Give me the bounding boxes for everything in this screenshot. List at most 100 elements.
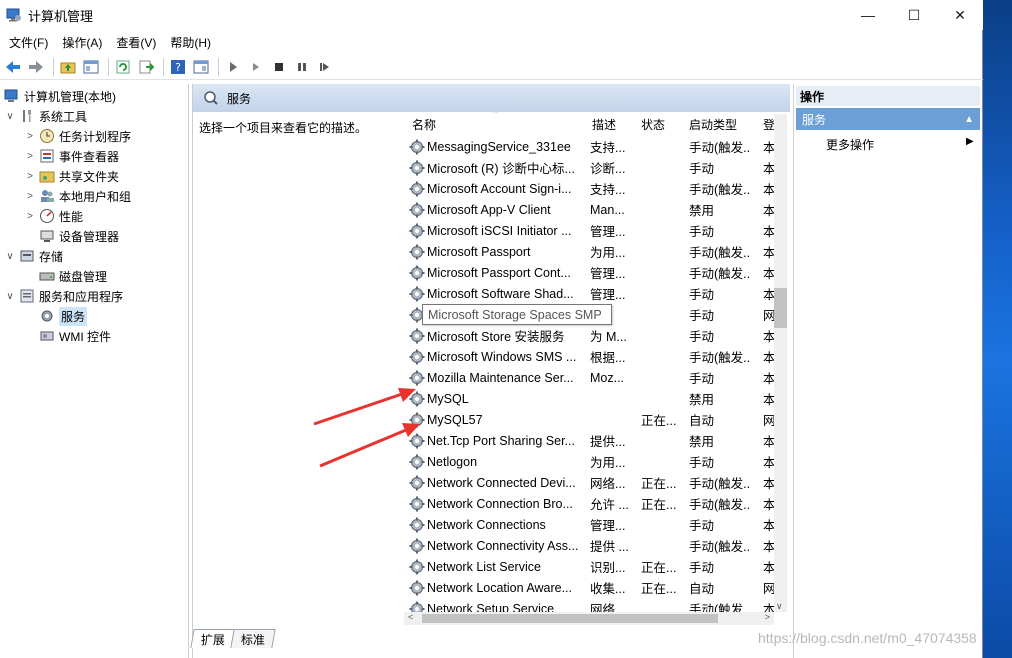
service-name: Microsoft App-V Client [427, 202, 551, 217]
tab-extended[interactable]: 扩展 [190, 629, 236, 648]
restart-icon[interactable] [315, 57, 335, 77]
menu-action[interactable]: 操作(A) [57, 34, 107, 51]
tree-item-label: 事件查看器 [59, 149, 120, 164]
service-row[interactable]: Microsoft Account Sign-i... 支持... 手动(触发...… [402, 178, 774, 199]
maximize-button[interactable]: ☐ [891, 0, 937, 30]
service-gear-icon [409, 601, 425, 612]
service-row[interactable]: Microsoft Windows SMS ... 根据... 手动(触发... 本 [402, 346, 774, 367]
expand-toggle[interactable]: > [24, 151, 36, 162]
tab-standard[interactable]: 标准 [230, 629, 276, 648]
scroll-left-icon[interactable]: < [408, 612, 413, 622]
up-folder-icon[interactable] [58, 57, 78, 77]
column-header-logon[interactable]: 登 [763, 116, 774, 133]
back-icon[interactable] [3, 57, 23, 77]
service-row[interactable]: Network Setup Service 网络... 手动(触发... 本 [402, 598, 774, 612]
view-icon[interactable] [191, 57, 211, 77]
service-startup-type: 手动 [689, 225, 715, 239]
tree-item-label: 本地用户和组 [59, 189, 132, 204]
service-row[interactable]: Microsoft iSCSI Initiator ... 管理... 手动 本 [402, 220, 774, 241]
menu-help[interactable]: 帮助(H) [165, 34, 216, 51]
service-row[interactable]: Microsoft Store 安装服务 为 M... 手动 本 [402, 325, 774, 346]
collapse-icon[interactable]: ▲ [964, 114, 974, 125]
expand-toggle[interactable]: ∨ [4, 291, 16, 302]
service-row[interactable]: Net.Tcp Port Sharing Ser... 提供... 禁用 本 [402, 430, 774, 451]
service-logon: 本 [763, 519, 774, 533]
tree-item-performance[interactable]: > 性能 [24, 206, 83, 226]
tree-item-system-tools[interactable]: ∨ 系统工具 [4, 106, 87, 126]
close-button[interactable]: ✕ [937, 0, 983, 30]
scroll-down-icon[interactable]: ∨ [776, 601, 783, 612]
menu-view[interactable]: 查看(V) [111, 34, 161, 51]
service-row[interactable]: Microsoft Passport Cont... 管理... 手动(触发... 本 [402, 262, 774, 283]
gear-icon [39, 308, 55, 324]
service-row[interactable]: Network Connected Devi... 网络... 正在... 手动(触发… [402, 472, 774, 493]
column-header-status[interactable]: 状态 [641, 116, 665, 133]
service-row[interactable]: Network Connections 管理... 手动 本 [402, 514, 774, 535]
service-row[interactable]: MySQL 禁用 本 [402, 388, 774, 409]
service-row[interactable]: Network Location Aware... 收集... 正在... 自动 网 [402, 577, 774, 598]
export-list-icon[interactable] [136, 57, 156, 77]
service-logon: 本 [763, 603, 774, 612]
expand-toggle[interactable]: ∨ [4, 111, 16, 122]
console-tree-icon[interactable] [81, 57, 101, 77]
menu-file[interactable]: 文件(F) [4, 34, 53, 51]
expand-toggle[interactable]: ∨ [4, 251, 16, 262]
expand-toggle[interactable]: > [24, 191, 36, 202]
service-description: 支持... [590, 141, 626, 155]
service-gear-icon [409, 181, 425, 197]
service-logon: 本 [763, 330, 774, 344]
service-row[interactable]: Netlogon 为用... 手动 本 [402, 451, 774, 472]
start-icon[interactable] [223, 57, 243, 77]
scroll-right-icon[interactable]: > [765, 612, 770, 622]
service-row[interactable]: Network Connectivity Ass... 提供 ... 手动(触发..… [402, 535, 774, 556]
service-description: 为用... [590, 246, 626, 260]
help-icon[interactable]: ? [168, 57, 188, 77]
tree-item-local-users[interactable]: > 本地用户和组 [24, 186, 131, 206]
service-gear-icon [409, 202, 425, 218]
actions-section-services[interactable]: 服务 ▲ [796, 108, 980, 130]
tree-item-services[interactable]: 服务 [24, 306, 88, 326]
service-name: Netlogon [427, 454, 478, 469]
tree-item-device-manager[interactable]: 设备管理器 [24, 226, 119, 246]
column-header-description[interactable]: 描述 [592, 116, 616, 133]
tree-root[interactable]: 计算机管理(本地) [4, 86, 116, 106]
minimize-button[interactable]: — [845, 0, 891, 30]
service-startup-type: 禁用 [689, 393, 715, 407]
service-row[interactable]: Microsoft (R) 诊断中心标... 诊断... 手动 本 [402, 157, 774, 178]
horizontal-scrollbar[interactable]: < > [404, 612, 774, 625]
service-row[interactable]: Network Connection Bro... 允许 ... 正在... 手动(触… [402, 493, 774, 514]
service-row[interactable]: Network List Service 识别... 正在... 手动 本 [402, 556, 774, 577]
expand-toggle[interactable]: > [24, 131, 36, 142]
tree-item-services-apps[interactable]: ∨ 服务和应用程序 [4, 286, 123, 306]
pause-icon[interactable] [292, 57, 312, 77]
column-header-name[interactable]: 名称 [412, 116, 436, 133]
service-row[interactable]: MySQL57 正在... 自动 网 [402, 409, 774, 430]
column-header-startup-type[interactable]: 启动类型 [689, 116, 737, 133]
service-gear-icon [409, 244, 425, 260]
service-row[interactable]: Microsoft Software Shad... 管理... 手动 本 [402, 283, 774, 304]
tree-item-shared-folders[interactable]: > 共享文件夹 [24, 166, 119, 186]
service-row[interactable]: Mozilla Maintenance Ser... Moz... 手动 本 [402, 367, 774, 388]
tree-item-wmi[interactable]: WMI 控件 [24, 326, 111, 346]
service-row[interactable]: MessagingService_331ee 支持... 手动(触发... 本 [402, 136, 774, 157]
service-name: Mozilla Maintenance Ser... [427, 370, 574, 385]
tree-item-event-viewer[interactable]: > 事件查看器 [24, 146, 119, 166]
service-row[interactable]: Microsoft App-V Client Man... 禁用 本 [402, 199, 774, 220]
start-alt-icon[interactable] [246, 57, 266, 77]
stop-icon[interactable] [269, 57, 289, 77]
tree-item-task-scheduler[interactable]: > 任务计划程序 [24, 126, 131, 146]
tree-item-storage[interactable]: ∨ 存储 [4, 246, 63, 266]
horizontal-scroll-thumb[interactable] [422, 614, 718, 623]
tree-item-disk-management[interactable]: 磁盘管理 [24, 266, 107, 286]
refresh-icon[interactable] [113, 57, 133, 77]
desktop-background [983, 0, 1012, 658]
service-startup-type: 手动 [689, 456, 715, 470]
vertical-scrollbar[interactable]: ∨ [774, 114, 787, 612]
service-logon: 本 [763, 498, 774, 512]
expand-toggle[interactable]: > [24, 171, 36, 182]
expand-toggle[interactable]: > [24, 211, 36, 222]
service-row[interactable]: Microsoft Passport 为用... 手动(触发... 本 [402, 241, 774, 262]
forward-icon[interactable] [26, 57, 46, 77]
more-actions-item[interactable]: 更多操作 [826, 136, 874, 153]
vertical-scroll-thumb[interactable] [774, 288, 787, 328]
